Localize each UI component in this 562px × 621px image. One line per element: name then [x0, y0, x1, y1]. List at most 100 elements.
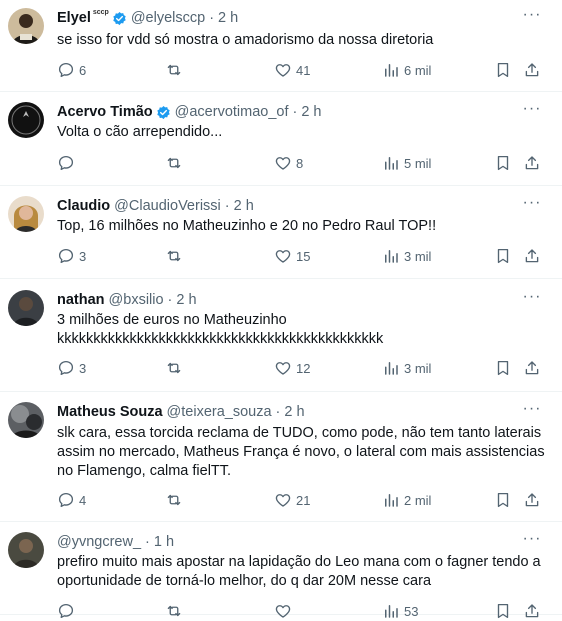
reply-button[interactable] [57, 153, 79, 173]
display-name[interactable]: Elyel [57, 8, 91, 28]
user-handle[interactable]: @acervotimao_of [175, 104, 289, 120]
timestamp[interactable]: 2 h [218, 10, 238, 26]
likes-count: 21 [296, 492, 311, 508]
tweet-header: Acervo Timão @acervotimao_of · 2 h [57, 102, 322, 122]
avatar[interactable] [8, 196, 44, 232]
bookmark-icon [494, 359, 512, 377]
bookmark-button[interactable] [494, 601, 512, 621]
reply-button[interactable]: 4 [57, 490, 86, 510]
retweet-button[interactable] [165, 490, 187, 510]
views-button[interactable]: 6 mil [382, 60, 431, 80]
reply-tweet[interactable]: Matheus Souza @teixera_souza · 2 h ··· slk ca… [0, 392, 562, 522]
share-button[interactable] [523, 153, 541, 173]
display-name[interactable]: Claudio [57, 196, 110, 216]
like-button[interactable]: 12 [274, 358, 310, 378]
avatar[interactable] [8, 102, 44, 138]
retweet-button[interactable] [165, 601, 187, 621]
reply-tweet[interactable]: Claudio @ClaudioVerissi · 2 h ··· Top, 16 mil… [0, 186, 562, 279]
bookmark-button[interactable] [494, 153, 512, 173]
avatar[interactable] [8, 290, 44, 326]
like-icon [274, 154, 292, 172]
reply-icon [57, 602, 75, 620]
replies-count: 6 [79, 62, 87, 78]
views-button[interactable]: 3 mil [382, 246, 431, 266]
avatar[interactable] [8, 8, 44, 44]
share-button[interactable] [523, 490, 541, 510]
reply-tweet[interactable]: Elyel sccp @elyelsccp · 2 h ··· se isso for vd… [0, 0, 562, 92]
tweet-header: @yvngcrew_ · 1 h [57, 532, 174, 552]
views-button[interactable]: 3 mil [382, 358, 431, 378]
like-button[interactable]: 8 [274, 153, 303, 173]
separator-dot: · [209, 10, 215, 26]
like-icon [274, 247, 292, 265]
user-handle[interactable]: @ClaudioVerissi [114, 198, 221, 214]
retweet-button[interactable] [165, 60, 187, 80]
views-icon [382, 359, 400, 377]
share-button[interactable] [523, 60, 541, 80]
user-handle[interactable]: @bxsilio [109, 292, 164, 308]
more-icon[interactable]: ··· [522, 195, 542, 216]
retweet-button[interactable] [165, 358, 187, 378]
share-button[interactable] [523, 358, 541, 378]
views-count: 6 mil [404, 62, 432, 78]
user-handle[interactable]: @yvngcrew_ [57, 534, 141, 550]
views-button[interactable]: 5 mil [382, 153, 431, 173]
handle-and-time: @yvngcrew_ · 1 h [57, 532, 174, 552]
likes-count: 41 [296, 62, 311, 78]
bookmark-button[interactable] [494, 60, 512, 80]
name-badge: sccp [92, 9, 109, 16]
reply-button[interactable]: 3 [57, 358, 86, 378]
like-icon [274, 602, 292, 620]
display-name[interactable]: Acervo Timão [57, 102, 153, 122]
avatar[interactable] [8, 532, 44, 568]
like-button[interactable]: 15 [274, 246, 310, 266]
user-handle[interactable]: @teixera_souza [167, 404, 272, 420]
avatar[interactable] [8, 402, 44, 438]
views-count: 3 mil [404, 248, 432, 264]
bookmark-button[interactable] [494, 358, 512, 378]
action-bar: 3 15 3 mil [57, 246, 542, 266]
more-icon[interactable]: ··· [522, 101, 542, 122]
timestamp[interactable]: 2 h [284, 404, 304, 420]
like-button[interactable]: 21 [274, 490, 310, 510]
reply-icon [57, 491, 75, 509]
tweet-text: prefiro muito mais apostar na lapidação … [57, 554, 541, 589]
share-button[interactable] [523, 246, 541, 266]
more-icon[interactable]: ··· [522, 289, 542, 310]
separator-dot: · [275, 404, 281, 420]
retweet-button[interactable] [165, 153, 187, 173]
display-name[interactable]: nathan [57, 290, 105, 310]
bookmark-button[interactable] [494, 246, 512, 266]
retweet-button[interactable] [165, 246, 187, 266]
reply-button[interactable]: 6 [57, 60, 86, 80]
handle-and-time: @acervotimao_of · 2 h [175, 102, 322, 122]
timestamp[interactable]: 2 h [234, 198, 254, 214]
views-icon [382, 247, 400, 265]
more-icon[interactable]: ··· [522, 7, 542, 28]
reply-tweet[interactable]: @yvngcrew_ · 1 h ··· prefiro muito mais apos… [0, 522, 562, 619]
views-icon [382, 602, 400, 620]
share-icon [523, 61, 541, 79]
like-button[interactable] [274, 601, 296, 621]
bookmark-button[interactable] [494, 490, 512, 510]
user-handle[interactable]: @elyelsccp [131, 10, 205, 26]
reply-tweet[interactable]: Acervo Timão @acervotimao_of · 2 h ··· Volta … [0, 92, 562, 186]
display-name[interactable]: Matheus Souza [57, 402, 163, 422]
views-count: 53 [404, 603, 419, 619]
share-button[interactable] [523, 601, 541, 621]
action-bar: 8 5 mil [57, 153, 542, 173]
views-button[interactable]: 53 [382, 601, 418, 621]
retweet-icon [165, 154, 183, 172]
more-icon[interactable]: ··· [522, 531, 542, 552]
action-bar: 6 41 6 mil [57, 60, 542, 80]
timestamp[interactable]: 1 h [154, 534, 174, 550]
reply-button[interactable] [57, 601, 79, 621]
reply-button[interactable]: 3 [57, 246, 86, 266]
like-button[interactable]: 41 [274, 60, 310, 80]
timestamp[interactable]: 2 h [301, 104, 321, 120]
timestamp[interactable]: 2 h [176, 292, 196, 308]
reply-tweet[interactable]: nathan @bxsilio · 2 h ··· 3 milhões de euros … [0, 279, 562, 392]
action-bar: 53 [57, 601, 542, 621]
more-icon[interactable]: ··· [522, 401, 542, 422]
views-button[interactable]: 2 mil [382, 490, 431, 510]
